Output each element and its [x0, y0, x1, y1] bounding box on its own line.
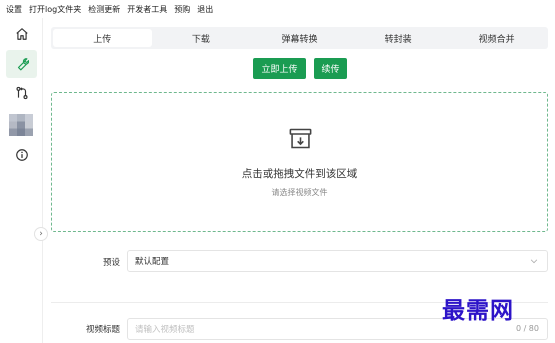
watermark: 最需网 — [442, 297, 514, 324]
sidebar-item-tools[interactable] — [6, 50, 37, 78]
tab-video-merge[interactable]: 视频合并 — [447, 29, 546, 47]
sidebar-item-about[interactable] — [6, 141, 37, 169]
drop-zone-title: 点击或拖拽文件到该区域 — [241, 168, 358, 180]
menu-exit[interactable]: 退出 — [197, 4, 213, 15]
file-drop-zone[interactable]: 点击或拖拽文件到该区域 请选择视频文件 — [51, 92, 548, 232]
resume-upload-button[interactable]: 续传 — [314, 58, 347, 79]
tab-upload[interactable]: 上传 — [53, 29, 152, 47]
sidebar — [0, 18, 43, 343]
preset-value: 默认配置 — [135, 257, 170, 267]
menu-settings[interactable]: 设置 — [6, 4, 22, 15]
preset-select[interactable]: 默认配置 — [127, 250, 548, 272]
chevron-right-icon: › — [39, 229, 43, 239]
upload-now-button[interactable]: 立即上传 — [253, 58, 306, 79]
menu-dev-tools[interactable]: 开发者工具 — [127, 4, 167, 15]
info-icon — [15, 149, 28, 161]
video-title-placeholder: 请输入视频标题 — [135, 325, 195, 335]
avatar[interactable] — [9, 114, 33, 136]
tab-bar: 上传 下载 弹幕转换 转封装 视频合并 — [51, 27, 548, 49]
tab-remux[interactable]: 转封装 — [349, 29, 448, 47]
drop-zone-subtitle: 请选择视频文件 — [271, 188, 328, 197]
sidebar-item-home[interactable] — [6, 20, 37, 48]
sidebar-collapse-button[interactable]: › — [34, 227, 48, 241]
menu-bar: 设置 打开log文件夹 检测更新 开发者工具 预购 退出 — [0, 0, 555, 18]
git-compare-icon — [15, 86, 28, 100]
tab-download[interactable]: 下载 — [152, 29, 251, 47]
app-window: 设置 打开log文件夹 检测更新 开发者工具 预购 退出 › 上传 下载 弹幕转… — [0, 0, 555, 343]
video-title-label: 视频标题 — [85, 325, 120, 335]
chevron-down-icon — [530, 259, 538, 264]
menu-check-update[interactable]: 检测更新 — [88, 4, 120, 15]
home-icon — [15, 28, 28, 40]
tab-danmaku-convert[interactable]: 弹幕转换 — [250, 29, 349, 47]
menu-presale[interactable]: 预购 — [174, 4, 190, 15]
wrench-icon — [17, 58, 29, 71]
preset-label: 预设 — [102, 258, 120, 268]
sidebar-item-merge[interactable] — [6, 79, 37, 107]
menu-open-log-folder[interactable]: 打开log文件夹 — [29, 4, 81, 15]
title-char-counter: 0 / 80 — [515, 324, 539, 333]
archive-download-icon — [289, 128, 312, 149]
